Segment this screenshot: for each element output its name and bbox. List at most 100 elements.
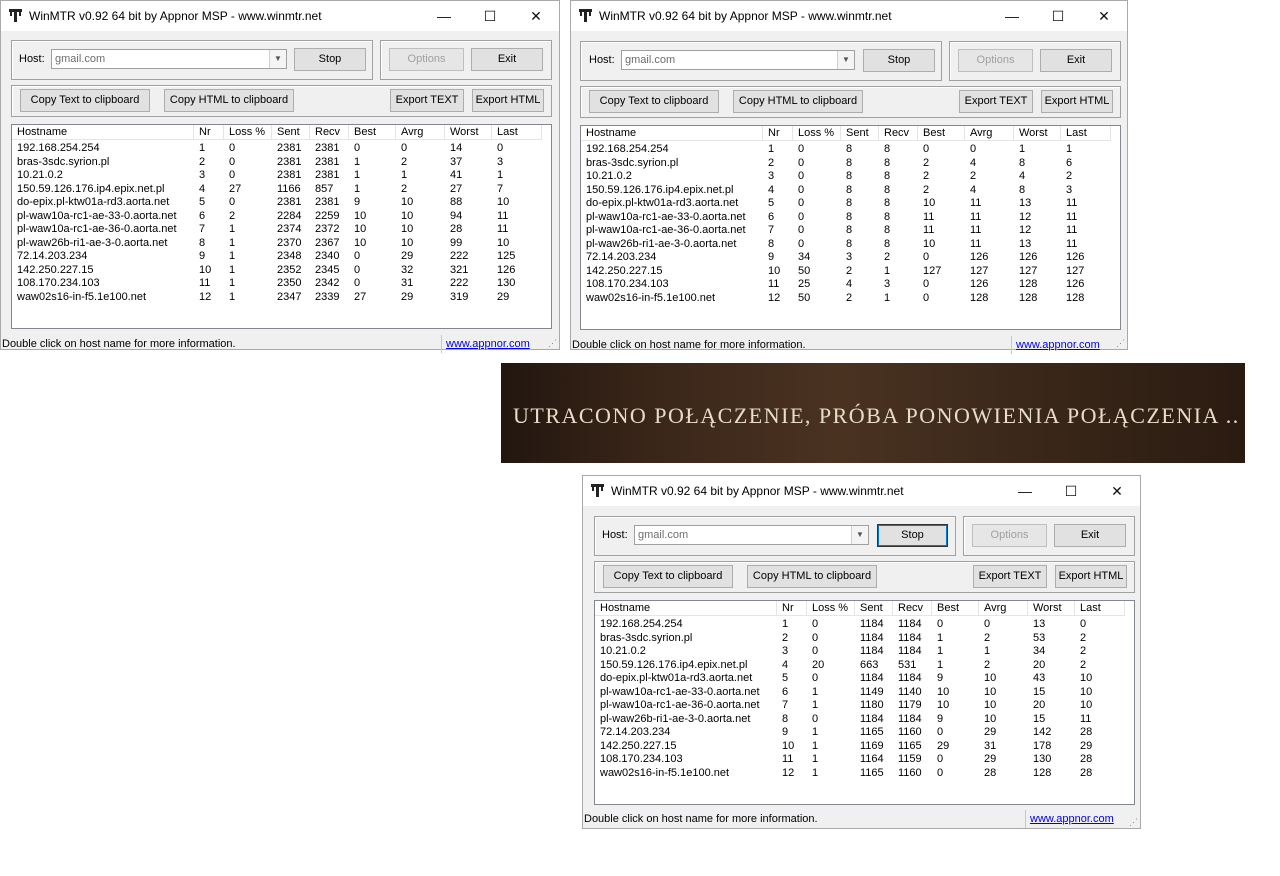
chevron-down-icon[interactable]: ▼: [269, 50, 286, 68]
table-row[interactable]: 10.21.0.2 3 0 8 8 2 2 4 2: [581, 170, 1111, 184]
resize-grip-icon[interactable]: ⋰: [1116, 338, 1126, 348]
host-combobox[interactable]: gmail.com ▼: [51, 49, 287, 69]
table-row[interactable]: waw02s16-in-f5.1e100.net 12 1 1165 1160 0 28 12…: [595, 767, 1125, 781]
table-row[interactable]: 142.250.227.15 10 1 1169 1165 29 31 178 29: [595, 740, 1125, 754]
table-row[interactable]: 10.21.0.2 3 0 1184 1184 1 1 34 2: [595, 645, 1125, 659]
table-row[interactable]: 192.168.254.254 1 0 1184 1184 0 0 13 0: [595, 618, 1125, 632]
column-header-hostname[interactable]: Hostname: [12, 125, 194, 139]
exit-button[interactable]: Exit: [1040, 49, 1112, 72]
close-icon[interactable]: ✕: [1081, 1, 1127, 31]
column-header-nr[interactable]: Nr: [763, 126, 793, 140]
column-header-loss[interactable]: Loss %: [793, 126, 841, 140]
table-row[interactable]: pl-waw10a-rc1-ae-33-0.aorta.net 6 0 8 8 11 11 1…: [581, 211, 1111, 225]
table-row[interactable]: waw02s16-in-f5.1e100.net 12 1 2347 2339 27 29 3…: [12, 291, 542, 305]
table-row[interactable]: 192.168.254.254 1 0 8 8 0 0 1 1: [581, 143, 1111, 157]
table-row[interactable]: pl-waw10a-rc1-ae-36-0.aorta.net 7 1 2374 237…: [12, 223, 542, 237]
table-row[interactable]: bras-3sdc.syrion.pl 2 0 1184 1184 1 2 53 2: [595, 632, 1125, 646]
export-text-button[interactable]: Export TEXT: [959, 90, 1033, 113]
table-row[interactable]: pl-waw10a-rc1-ae-33-0.aorta.net 6 1 1149 114…: [595, 686, 1125, 700]
export-text-button[interactable]: Export TEXT: [390, 89, 464, 112]
column-header-sent[interactable]: Sent: [841, 126, 879, 140]
table-row[interactable]: 108.170.234.103 11 1 2350 2342 0 31 222 130: [12, 277, 542, 291]
table-row[interactable]: do-epix.pl-ktw01a-rd3.aorta.net 5 0 1184 118…: [595, 672, 1125, 686]
appnor-link[interactable]: www.appnor.com: [1025, 810, 1130, 828]
close-icon[interactable]: ✕: [513, 1, 559, 31]
column-header-recv[interactable]: Recv: [879, 126, 918, 140]
table-row[interactable]: 108.170.234.103 11 25 4 3 0 126 128 126: [581, 278, 1111, 292]
export-html-button[interactable]: Export HTML: [1041, 90, 1113, 113]
table-row[interactable]: waw02s16-in-f5.1e100.net 12 50 2 1 0 128 128 128: [581, 292, 1111, 306]
column-header-last[interactable]: Last: [1061, 126, 1111, 140]
column-header-avrg[interactable]: Avrg: [396, 125, 445, 139]
export-text-button[interactable]: Export TEXT: [973, 565, 1047, 588]
table-row[interactable]: 72.14.203.234 9 34 3 2 0 126 126 126: [581, 251, 1111, 265]
copy-text-button[interactable]: Copy Text to clipboard: [589, 90, 719, 113]
table-row[interactable]: 150.59.126.176.ip4.epix.net.pl 4 20 663 531 1…: [595, 659, 1125, 673]
export-html-button[interactable]: Export HTML: [472, 89, 544, 112]
table-row[interactable]: 72.14.203.234 9 1 1165 1160 0 29 142 28: [595, 726, 1125, 740]
column-header-best[interactable]: Best: [349, 125, 396, 139]
column-header-avrg[interactable]: Avrg: [965, 126, 1014, 140]
export-html-button[interactable]: Export HTML: [1055, 565, 1127, 588]
table-row[interactable]: pl-waw26b-ri1-ae-3-0.aorta.net 8 0 1184 1184…: [595, 713, 1125, 727]
column-header-nr[interactable]: Nr: [194, 125, 224, 139]
close-icon[interactable]: ✕: [1094, 476, 1140, 506]
column-header-recv[interactable]: Recv: [893, 601, 932, 615]
table-row[interactable]: 10.21.0.2 3 0 2381 2381 1 1 41 1: [12, 169, 542, 183]
options-button[interactable]: Options: [972, 524, 1047, 547]
appnor-link[interactable]: www.appnor.com: [1011, 336, 1116, 354]
table-row[interactable]: pl-waw10a-rc1-ae-36-0.aorta.net 7 1 1180 117…: [595, 699, 1125, 713]
host-combobox[interactable]: gmail.com ▼: [621, 50, 855, 70]
table-row[interactable]: 192.168.254.254 1 0 2381 2381 0 0 14 0: [12, 142, 542, 156]
title-bar[interactable]: WinMTR v0.92 64 bit by Appnor MSP - www.…: [1, 1, 559, 31]
copy-html-button[interactable]: Copy HTML to clipboard: [164, 89, 294, 112]
minimize-icon[interactable]: —: [989, 1, 1035, 31]
host-combobox[interactable]: gmail.com ▼: [634, 525, 869, 545]
column-header-best[interactable]: Best: [918, 126, 965, 140]
exit-button[interactable]: Exit: [471, 48, 543, 71]
table-row[interactable]: pl-waw10a-rc1-ae-33-0.aorta.net 6 2 2284 225…: [12, 210, 542, 224]
title-bar[interactable]: WinMTR v0.92 64 bit by Appnor MSP - www.…: [571, 1, 1127, 31]
column-header-sent[interactable]: Sent: [855, 601, 893, 615]
stop-button[interactable]: Stop: [294, 48, 366, 71]
table-row[interactable]: bras-3sdc.syrion.pl 2 0 2381 2381 1 2 37 3: [12, 156, 542, 170]
table-row[interactable]: do-epix.pl-ktw01a-rd3.aorta.net 5 0 8 8 10 11 1…: [581, 197, 1111, 211]
results-list[interactable]: Hostname Nr Loss % Sent Recv Best Avrg Worst Las…: [11, 124, 552, 329]
table-row[interactable]: 142.250.227.15 10 1 2352 2345 0 32 321 126: [12, 264, 542, 278]
column-header-avrg[interactable]: Avrg: [979, 601, 1028, 615]
maximize-icon[interactable]: ☐: [467, 1, 513, 31]
chevron-down-icon[interactable]: ▼: [851, 526, 868, 544]
table-row[interactable]: do-epix.pl-ktw01a-rd3.aorta.net 5 0 2381 238…: [12, 196, 542, 210]
table-row[interactable]: pl-waw10a-rc1-ae-36-0.aorta.net 7 0 8 8 11 11 1…: [581, 224, 1111, 238]
table-row[interactable]: pl-waw26b-ri1-ae-3-0.aorta.net 8 0 8 8 10 11 13…: [581, 238, 1111, 252]
table-row[interactable]: 150.59.126.176.ip4.epix.net.pl 4 27 1166 857…: [12, 183, 542, 197]
resize-grip-icon[interactable]: ⋰: [548, 338, 558, 348]
column-header-last[interactable]: Last: [492, 125, 542, 139]
copy-text-button[interactable]: Copy Text to clipboard: [20, 89, 150, 112]
maximize-icon[interactable]: ☐: [1035, 1, 1081, 31]
column-header-worst[interactable]: Worst: [1014, 126, 1061, 140]
table-row[interactable]: bras-3sdc.syrion.pl 2 0 8 8 2 4 8 6: [581, 157, 1111, 171]
column-header-last[interactable]: Last: [1075, 601, 1125, 615]
table-row[interactable]: 108.170.234.103 11 1 1164 1159 0 29 130 28: [595, 753, 1125, 767]
column-header-recv[interactable]: Recv: [310, 125, 349, 139]
maximize-icon[interactable]: ☐: [1048, 476, 1094, 506]
options-button[interactable]: Options: [389, 48, 464, 71]
resize-grip-icon[interactable]: ⋰: [1129, 817, 1139, 827]
table-row[interactable]: pl-waw26b-ri1-ae-3-0.aorta.net 8 1 2370 2367…: [12, 237, 542, 251]
table-row[interactable]: 72.14.203.234 9 1 2348 2340 0 29 222 125: [12, 250, 542, 264]
column-header-worst[interactable]: Worst: [1028, 601, 1075, 615]
stop-button[interactable]: Stop: [877, 524, 948, 547]
title-bar[interactable]: WinMTR v0.92 64 bit by Appnor MSP - www.…: [583, 476, 1140, 506]
exit-button[interactable]: Exit: [1054, 524, 1126, 547]
copy-text-button[interactable]: Copy Text to clipboard: [603, 565, 733, 588]
copy-html-button[interactable]: Copy HTML to clipboard: [733, 90, 863, 113]
table-row[interactable]: 150.59.126.176.ip4.epix.net.pl 4 0 8 8 2 4 8 3: [581, 184, 1111, 198]
column-header-sent[interactable]: Sent: [272, 125, 310, 139]
column-header-hostname[interactable]: Hostname: [581, 126, 763, 140]
column-header-loss[interactable]: Loss %: [224, 125, 272, 139]
column-header-hostname[interactable]: Hostname: [595, 601, 777, 615]
column-header-nr[interactable]: Nr: [777, 601, 807, 615]
column-header-best[interactable]: Best: [932, 601, 979, 615]
minimize-icon[interactable]: —: [421, 1, 467, 31]
